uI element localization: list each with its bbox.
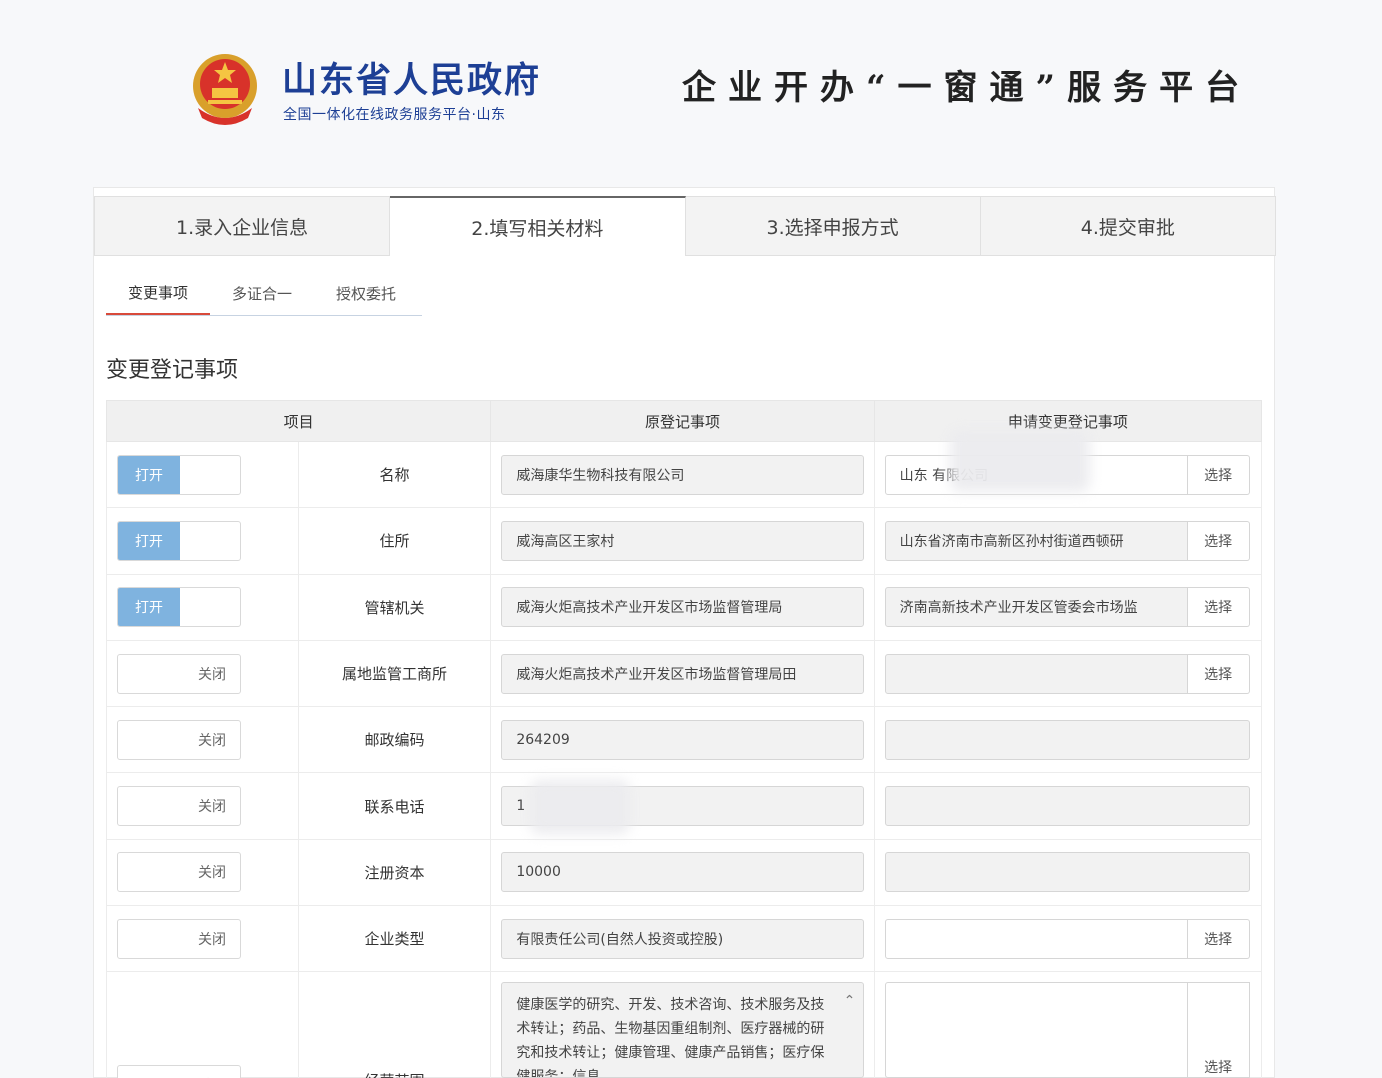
redaction-blur xyxy=(530,780,630,834)
toggle-switch[interactable]: 关闭 xyxy=(117,653,241,694)
toggle-switch[interactable]: 关闭 xyxy=(117,918,241,959)
toggle-label: 关闭 xyxy=(198,666,226,683)
toggle-label: 打开 xyxy=(118,588,180,627)
select-button[interactable]: 选择 xyxy=(1187,918,1250,959)
select-button[interactable]: 选择 xyxy=(1187,520,1250,561)
toggle-label: 关闭 xyxy=(198,865,226,882)
row-label: 经营范围 xyxy=(299,972,492,1078)
change-table: 项目 原登记事项 申请变更登记事项 打开 名称 威海康华生物科技有限公司 山东 … xyxy=(106,400,1262,1078)
original-value: 10000 xyxy=(501,852,865,893)
step-tab-2[interactable]: 2.填写相关材料 xyxy=(390,196,686,256)
toggle-label: 关闭 xyxy=(198,732,226,749)
toggle-switch[interactable]: 关闭 xyxy=(117,1065,241,1078)
header-item: 项目 xyxy=(107,401,492,441)
step-tab-3[interactable]: 3.选择申报方式 xyxy=(685,196,981,256)
table-row: 打开 管辖机关 威海火炬高技术产业开发区市场监督管理局 济南高新技术产业开发区管… xyxy=(106,574,1262,641)
new-value-textarea[interactable] xyxy=(884,982,1188,1078)
table-row: 关闭 属地监管工商所 威海火炬高技术产业开发区市场监督管理局田 选择 xyxy=(106,640,1262,708)
subtab-change-items[interactable]: 变更事项 xyxy=(106,272,210,315)
new-value-input[interactable] xyxy=(884,852,1250,893)
row-label: 注册资本 xyxy=(299,839,492,906)
section-title: 变更登记事项 xyxy=(106,358,239,383)
new-value-input[interactable] xyxy=(884,653,1188,694)
table-row: 打开 住所 威海高区王家村 山东省济南市高新区孙村街道西顿研 选择 xyxy=(106,508,1262,575)
select-button[interactable]: 选择 xyxy=(1187,982,1250,1078)
toggle-switch[interactable]: 打开 xyxy=(117,520,241,561)
table-row: 关闭 经营范围 健康医学的研究、开发、技术咨询、技术服务及技术转让；药品、生物基… xyxy=(106,972,1262,1078)
gov-subtitle: 全国一体化在线政务服务平台·山东 xyxy=(283,107,506,123)
original-value: 威海高区王家村 xyxy=(501,520,865,561)
row-label: 联系电话 xyxy=(299,773,492,839)
toggle-switch[interactable]: 关闭 xyxy=(117,719,241,760)
row-label: 企业类型 xyxy=(299,906,492,972)
toggle-label: 打开 xyxy=(118,455,180,494)
original-value: 威海火炬高技术产业开发区市场监督管理局田 xyxy=(501,653,865,694)
platform-title: 企业开办“一窗通”服务平台 xyxy=(682,68,1252,108)
table-row: 关闭 注册资本 10000 xyxy=(106,839,1262,907)
step-tab-4[interactable]: 4.提交审批 xyxy=(980,196,1276,256)
select-button[interactable]: 选择 xyxy=(1187,454,1250,495)
gov-title: 山东省人民政府 xyxy=(282,61,542,101)
national-emblem-icon xyxy=(193,54,257,125)
toggle-label: 打开 xyxy=(118,521,180,560)
subtab-authorization[interactable]: 授权委托 xyxy=(314,272,418,315)
toggle-switch[interactable]: 关闭 xyxy=(117,852,241,893)
step-tab-1[interactable]: 1.录入企业信息 xyxy=(94,196,391,256)
scroll-up-icon[interactable]: ⌃ xyxy=(844,989,856,1013)
toggle-switch[interactable]: 打开 xyxy=(117,454,241,495)
row-label: 属地监管工商所 xyxy=(299,640,492,707)
new-value-input[interactable]: 山东省济南市高新区孙村街道西顿研 xyxy=(884,520,1188,561)
new-value-input[interactable] xyxy=(884,918,1188,959)
toggle-label: 关闭 xyxy=(198,931,226,948)
table-row: 关闭 邮政编码 264209 xyxy=(106,707,1262,774)
new-value-input[interactable]: 济南高新技术产业开发区管委会市场监 xyxy=(884,587,1188,628)
main-panel: 1.录入企业信息 2.填写相关材料 3.选择申报方式 4.提交审批 变更事项 多… xyxy=(93,187,1276,1078)
select-button[interactable]: 选择 xyxy=(1187,587,1250,628)
row-label: 管辖机关 xyxy=(299,574,492,640)
table-row: 关闭 联系电话 1 xyxy=(106,773,1262,840)
header-original: 原登记事项 xyxy=(491,401,875,441)
original-value: 威海康华生物科技有限公司 xyxy=(501,454,865,495)
subtab-multi-license[interactable]: 多证合一 xyxy=(210,272,314,315)
row-label: 名称 xyxy=(299,442,492,508)
original-value: 健康医学的研究、开发、技术咨询、技术服务及技术转让；药品、生物基因重组制剂、医疗… xyxy=(501,982,865,1078)
toggle-label: 关闭 xyxy=(198,799,226,816)
original-value: 有限责任公司(自然人投资或控股) xyxy=(501,918,865,959)
toggle-switch[interactable]: 打开 xyxy=(117,587,241,628)
business-scope-text: 健康医学的研究、开发、技术咨询、技术服务及技术转让；药品、生物基因重组制剂、医疗… xyxy=(516,997,825,1078)
redaction-blur xyxy=(950,430,1090,492)
row-label: 住所 xyxy=(299,508,492,574)
row-label: 邮政编码 xyxy=(299,707,492,773)
select-button[interactable]: 选择 xyxy=(1187,653,1250,694)
sub-tabs: 变更事项 多证合一 授权委托 xyxy=(106,272,422,316)
original-value: 264209 xyxy=(501,719,865,760)
new-value-input[interactable] xyxy=(884,719,1250,760)
toggle-switch[interactable]: 关闭 xyxy=(117,786,241,827)
original-value: 威海火炬高技术产业开发区市场监督管理局 xyxy=(501,587,865,628)
table-row: 关闭 企业类型 有限责任公司(自然人投资或控股) 选择 xyxy=(106,906,1262,973)
page-header: 山东省人民政府 全国一体化在线政务服务平台·山东 企业开办“一窗通”服务平台 xyxy=(0,0,1382,180)
step-tabs: 1.录入企业信息 2.填写相关材料 3.选择申报方式 4.提交审批 xyxy=(94,196,1276,256)
new-value-input[interactable] xyxy=(884,786,1250,827)
